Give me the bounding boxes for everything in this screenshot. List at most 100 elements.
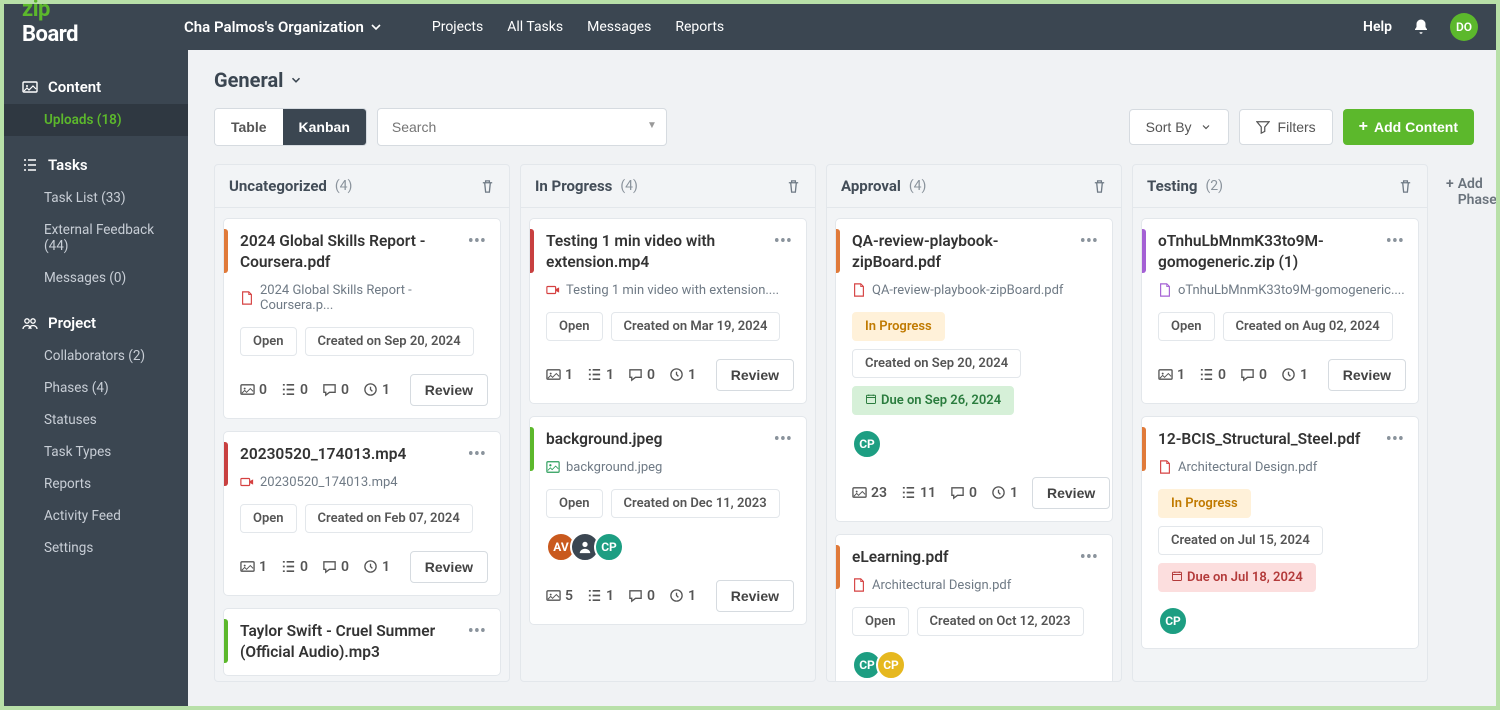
- filters-button[interactable]: Filters: [1239, 109, 1333, 145]
- card-title: 20230520_174013.mp4: [240, 444, 460, 465]
- stat-chat: 0: [950, 485, 977, 501]
- sidebar-item[interactable]: Collaborators (2): [4, 340, 188, 372]
- more-icon[interactable]: •••: [1078, 547, 1100, 568]
- card-title: background.jpeg: [546, 429, 766, 450]
- sidebar-item[interactable]: Messages (0): [4, 262, 188, 294]
- avatar[interactable]: CP: [1158, 606, 1188, 636]
- pill[interactable]: Open: [852, 607, 909, 636]
- review-button[interactable]: Review: [716, 359, 794, 391]
- card[interactable]: Testing 1 min video with extension.mp4 •…: [529, 218, 807, 404]
- avatar[interactable]: CP: [852, 429, 882, 459]
- nav-projects[interactable]: Projects: [432, 19, 483, 35]
- kanban-column: Approval (4) QA-review-playbook-zipBoard…: [826, 164, 1122, 682]
- chevron-down-icon: [368, 19, 384, 35]
- pill[interactable]: Open: [546, 312, 603, 341]
- more-icon[interactable]: •••: [1384, 231, 1406, 252]
- column-header: Testing (2): [1133, 165, 1427, 208]
- card[interactable]: background.jpeg •••background.jpegOpenCr…: [529, 416, 807, 625]
- chevron-down-icon: [289, 73, 303, 87]
- sidebar-item[interactable]: Phases (4): [4, 372, 188, 404]
- pill[interactable]: Open: [546, 489, 603, 518]
- bell-icon[interactable]: [1412, 18, 1430, 36]
- org-name-label: Cha Palmos's Organization: [184, 18, 364, 36]
- review-button[interactable]: Review: [1328, 359, 1406, 391]
- more-icon[interactable]: •••: [1078, 231, 1100, 252]
- sidebar-section-project[interactable]: Project: [4, 304, 188, 340]
- card-title: Taylor Swift - Cruel Summer (Official Au…: [240, 621, 460, 663]
- more-icon[interactable]: •••: [466, 231, 488, 252]
- pill: Created on Dec 11, 2023: [611, 489, 780, 518]
- sidebar-section-tasks[interactable]: Tasks: [4, 146, 188, 182]
- pill: Created on Oct 12, 2023: [917, 607, 1084, 636]
- review-button[interactable]: Review: [410, 551, 488, 583]
- app-header: zipBoard Cha Palmos's Organization Proje…: [4, 4, 1496, 50]
- kanban-view[interactable]: Kanban: [283, 109, 366, 145]
- more-icon[interactable]: •••: [772, 429, 794, 450]
- page-title[interactable]: General: [214, 68, 1496, 92]
- stat-chat: 0: [628, 367, 655, 383]
- card[interactable]: 2024 Global Skills Report - Coursera.pdf…: [223, 218, 501, 419]
- search-input[interactable]: [377, 108, 667, 146]
- sidebar-item[interactable]: Task List (33): [4, 182, 188, 214]
- pill[interactable]: Open: [240, 504, 297, 533]
- more-icon[interactable]: •••: [466, 444, 488, 465]
- card[interactable]: QA-review-playbook-zipBoard.pdf •••QA-re…: [835, 218, 1113, 522]
- more-icon[interactable]: •••: [1384, 429, 1406, 450]
- trash-icon[interactable]: [480, 179, 495, 194]
- card[interactable]: 12-BCIS_Structural_Steel.pdf •••Architec…: [1141, 416, 1419, 649]
- trash-icon[interactable]: [1092, 179, 1107, 194]
- avatar[interactable]: CP: [876, 650, 906, 680]
- sort-by-button[interactable]: Sort By: [1129, 109, 1229, 145]
- sidebar-item[interactable]: External Feedback (44): [4, 214, 188, 262]
- kanban-column: Testing (2) oTnhuLbMnmK33to9M-gomogeneri…: [1132, 164, 1428, 682]
- top-nav: Projects All Tasks Messages Reports: [432, 19, 724, 35]
- review-button[interactable]: Review: [1032, 477, 1110, 509]
- pill: Created on Jul 15, 2024: [1158, 526, 1323, 555]
- file-icon: [1158, 460, 1172, 474]
- pill: Created on Mar 19, 2024: [611, 312, 781, 341]
- pill: Created on Aug 02, 2024: [1223, 312, 1393, 341]
- file-icon: [546, 283, 560, 297]
- sidebar-item[interactable]: Reports: [4, 468, 188, 500]
- sidebar-item[interactable]: Statuses: [4, 404, 188, 436]
- sidebar-item[interactable]: Task Types: [4, 436, 188, 468]
- caret-down-icon[interactable]: ▼: [647, 120, 657, 131]
- add-content-button[interactable]: + Add Content: [1343, 109, 1474, 145]
- card[interactable]: oTnhuLbMnmK33to9M-gomogeneric.zip (1) ••…: [1141, 218, 1419, 404]
- stat-clock: 1: [363, 382, 390, 398]
- pill[interactable]: Open: [1158, 312, 1215, 341]
- card-title: eLearning.pdf: [852, 547, 1072, 568]
- table-view[interactable]: Table: [215, 109, 283, 145]
- sidebar-section-content[interactable]: Content: [4, 68, 188, 104]
- add-phase-button[interactable]: +Add Phase: [1438, 164, 1496, 682]
- sidebar-item[interactable]: Activity Feed: [4, 500, 188, 532]
- avatar[interactable]: CP: [594, 532, 624, 562]
- review-button[interactable]: Review: [716, 580, 794, 612]
- logo: zipBoard: [22, 0, 184, 57]
- sidebar: ContentUploads (18) TasksTask List (33)Ex…: [4, 50, 188, 706]
- more-icon[interactable]: •••: [466, 621, 488, 642]
- org-switcher[interactable]: Cha Palmos's Organization: [184, 18, 384, 36]
- pill[interactable]: Open: [240, 327, 297, 356]
- file-icon: [1158, 283, 1172, 297]
- nav-messages[interactable]: Messages: [587, 19, 651, 35]
- card[interactable]: 20230520_174013.mp4 •••20230520_174013.m…: [223, 431, 501, 596]
- plus-icon: +: [1359, 119, 1368, 135]
- file-icon: [852, 578, 866, 592]
- pill: In Progress: [1158, 489, 1251, 518]
- trash-icon[interactable]: [786, 179, 801, 194]
- card[interactable]: eLearning.pdf •••Architectural Design.pd…: [835, 534, 1113, 681]
- nav-alltasks[interactable]: All Tasks: [507, 19, 563, 35]
- nav-reports[interactable]: Reports: [675, 19, 724, 35]
- trash-icon[interactable]: [1398, 179, 1413, 194]
- card[interactable]: Taylor Swift - Cruel Summer (Official Au…: [223, 608, 501, 676]
- file-icon: [240, 475, 254, 489]
- card-title: QA-review-playbook-zipBoard.pdf: [852, 231, 1072, 273]
- more-icon[interactable]: •••: [772, 231, 794, 252]
- card-file: 2024 Global Skills Report - Coursera.p..…: [240, 283, 488, 313]
- review-button[interactable]: Review: [410, 374, 488, 406]
- help-link[interactable]: Help: [1363, 19, 1392, 35]
- sidebar-item[interactable]: Settings: [4, 532, 188, 564]
- user-avatar[interactable]: DO: [1450, 13, 1478, 41]
- sidebar-item[interactable]: Uploads (18): [4, 104, 188, 136]
